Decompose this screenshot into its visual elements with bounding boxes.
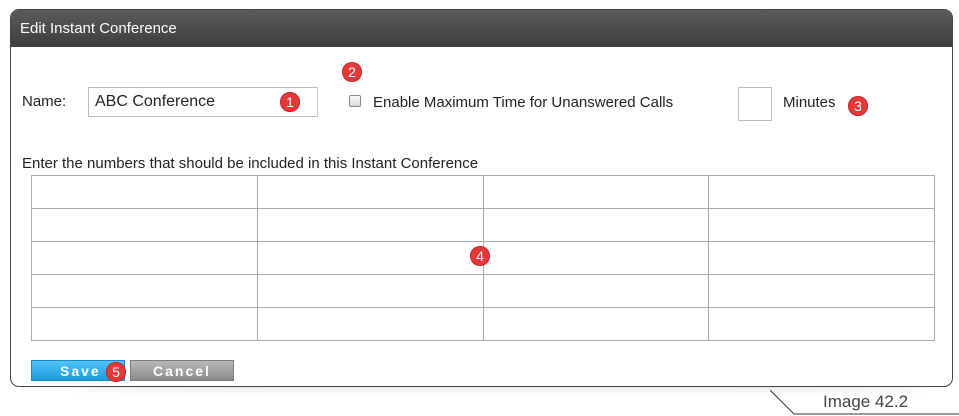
number-cell[interactable] (484, 176, 709, 208)
number-cell[interactable] (709, 275, 934, 307)
number-cell[interactable] (258, 242, 483, 274)
callout-badge-2: 2 (342, 62, 362, 82)
number-cell[interactable] (258, 209, 483, 241)
name-label: Name: (22, 93, 67, 110)
callout-badge-4: 4 (470, 246, 490, 266)
callout-badge-3: 3 (848, 96, 868, 116)
dialog-title: Edit Instant Conference (11, 10, 952, 47)
number-cell[interactable] (484, 209, 709, 241)
callout-badge-5: 5 (106, 362, 126, 382)
enable-max-time-label: Enable Maximum Time for Unanswered Calls (373, 94, 674, 111)
save-button-label: Save (60, 363, 101, 379)
number-cell[interactable] (32, 176, 257, 208)
image-caption: Image 42.2 (823, 392, 909, 411)
cancel-button-label: Cancel (153, 363, 211, 379)
number-cell[interactable] (32, 308, 257, 340)
number-cell[interactable] (484, 275, 709, 307)
number-cell[interactable] (484, 242, 709, 274)
number-cell[interactable] (32, 209, 257, 241)
minutes-label: Minutes (783, 94, 836, 111)
number-cell[interactable] (32, 275, 257, 307)
number-cell[interactable] (709, 176, 934, 208)
number-cell[interactable] (484, 308, 709, 340)
number-cell[interactable] (258, 176, 483, 208)
callout-badge-1: 1 (280, 92, 300, 112)
enable-max-time-checkbox[interactable] (349, 95, 361, 107)
number-cell[interactable] (258, 308, 483, 340)
numbers-instructions: Enter the numbers that should be include… (22, 155, 479, 172)
number-cell[interactable] (709, 308, 934, 340)
cancel-button[interactable]: Cancel (130, 360, 234, 381)
number-cell[interactable] (258, 275, 483, 307)
number-cell[interactable] (709, 242, 934, 274)
number-cell[interactable] (709, 209, 934, 241)
minutes-input[interactable] (738, 87, 772, 121)
number-cell[interactable] (32, 242, 257, 274)
